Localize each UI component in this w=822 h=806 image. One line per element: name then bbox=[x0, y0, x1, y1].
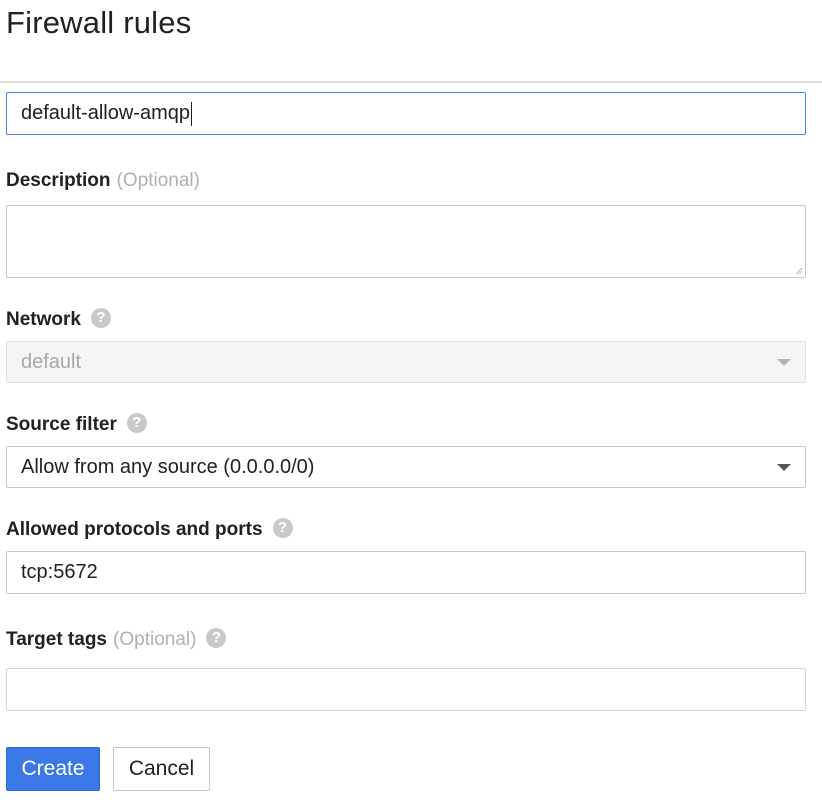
allowed-protocols-value: tcp:5672 bbox=[21, 561, 98, 583]
header-divider bbox=[0, 81, 822, 83]
network-label: Network? bbox=[6, 307, 111, 331]
allowed-protocols-label: Allowed protocols and ports? bbox=[6, 517, 293, 541]
description-textarea[interactable] bbox=[6, 205, 806, 278]
create-button[interactable]: Create bbox=[6, 747, 100, 791]
allowed-protocols-input[interactable]: tcp:5672 bbox=[6, 551, 806, 594]
target-tags-optional-hint: (Optional) bbox=[113, 629, 197, 650]
rule-name-field[interactable]: default-allow-amqp bbox=[6, 92, 806, 135]
target-tags-label-text: Target tags bbox=[6, 629, 108, 650]
page-title: Firewall rules bbox=[6, 5, 192, 40]
help-icon[interactable]: ? bbox=[206, 627, 227, 648]
help-icon[interactable]: ? bbox=[272, 517, 293, 538]
rule-name-value: default-allow-amqp bbox=[21, 102, 190, 124]
target-tags-label: Target tags (Optional)? bbox=[6, 627, 227, 651]
network-select-value: default bbox=[21, 351, 82, 373]
source-filter-select-value: Allow from any source (0.0.0.0/0) bbox=[21, 456, 315, 478]
network-label-text: Network bbox=[6, 309, 81, 330]
description-label: Description (Optional) bbox=[6, 170, 200, 192]
source-filter-select[interactable]: Allow from any source (0.0.0.0/0) bbox=[6, 446, 806, 488]
description-optional-hint: (Optional) bbox=[116, 170, 200, 191]
source-filter-label: Source filter? bbox=[6, 412, 147, 436]
text-caret bbox=[190, 102, 192, 126]
chevron-down-icon[interactable] bbox=[777, 464, 791, 471]
allowed-protocols-label-text: Allowed protocols and ports bbox=[6, 519, 263, 540]
network-select: default bbox=[6, 341, 806, 383]
chevron-down-icon bbox=[777, 359, 791, 366]
cancel-button[interactable]: Cancel bbox=[113, 747, 210, 791]
description-label-text: Description bbox=[6, 170, 111, 191]
source-filter-label-text: Source filter bbox=[6, 414, 117, 435]
help-icon[interactable]: ? bbox=[126, 412, 147, 433]
target-tags-input[interactable] bbox=[6, 668, 806, 711]
help-icon[interactable]: ? bbox=[90, 307, 111, 328]
resize-grip-icon[interactable] bbox=[795, 267, 803, 275]
